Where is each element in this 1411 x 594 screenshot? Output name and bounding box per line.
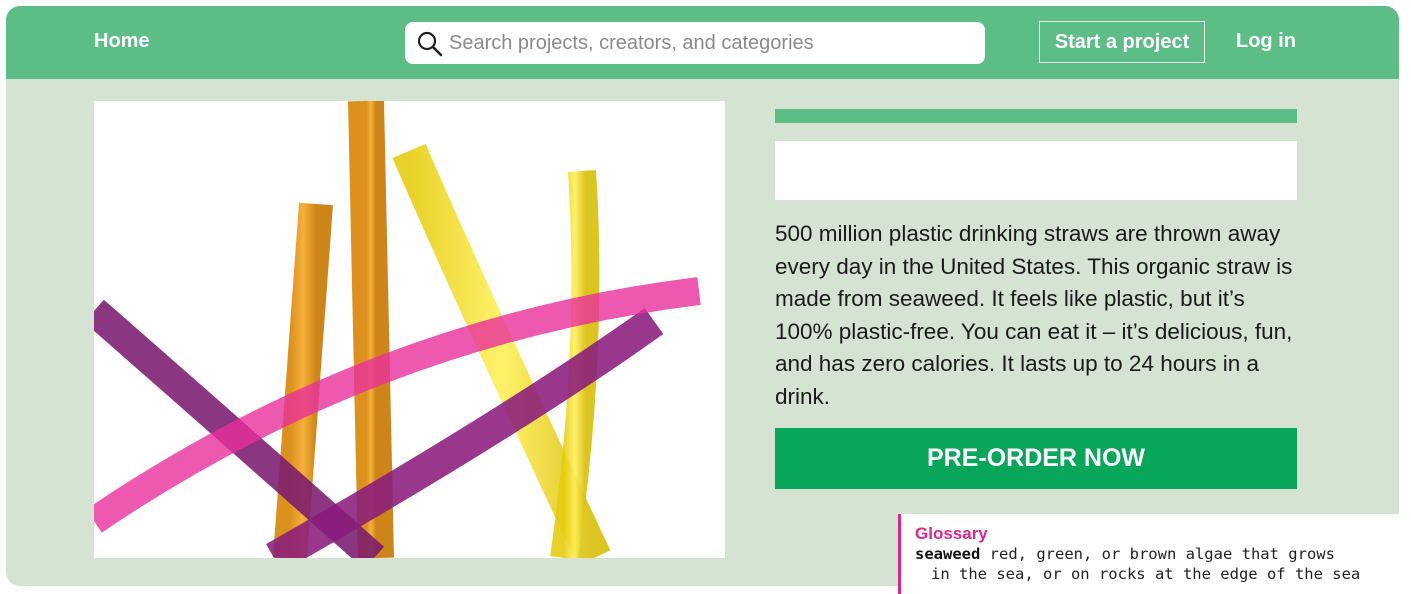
glossary-box: Glossary seaweed red, green, or brown al… xyxy=(898,514,1411,594)
glossary-entry: seaweed red, green, or brown algae that … xyxy=(915,544,1411,564)
search-input[interactable] xyxy=(449,22,974,64)
page-card: Home Start a project Log in xyxy=(6,6,1399,586)
login-link[interactable]: Log in xyxy=(1236,30,1296,53)
glossary-definition-line2: in the sea, or on rocks at the edge of t… xyxy=(931,565,1361,583)
start-project-button[interactable]: Start a project xyxy=(1039,21,1205,63)
glossary-definition-line1: red, green, or brown algae that grows xyxy=(989,545,1335,563)
project-title-field xyxy=(775,141,1297,200)
product-description: 500 million plastic drinking straws are … xyxy=(775,221,1293,409)
funding-progress-bar xyxy=(775,109,1297,123)
home-link[interactable]: Home xyxy=(94,30,150,53)
glossary-title: Glossary xyxy=(915,524,988,543)
search-box[interactable] xyxy=(405,22,985,64)
top-navbar: Home Start a project Log in xyxy=(6,6,1399,79)
glossary-term: seaweed xyxy=(915,545,981,563)
product-image-seaweed-straws xyxy=(84,100,725,572)
pre-order-button[interactable]: PRE-ORDER NOW xyxy=(775,428,1297,489)
search-icon xyxy=(417,31,443,57)
